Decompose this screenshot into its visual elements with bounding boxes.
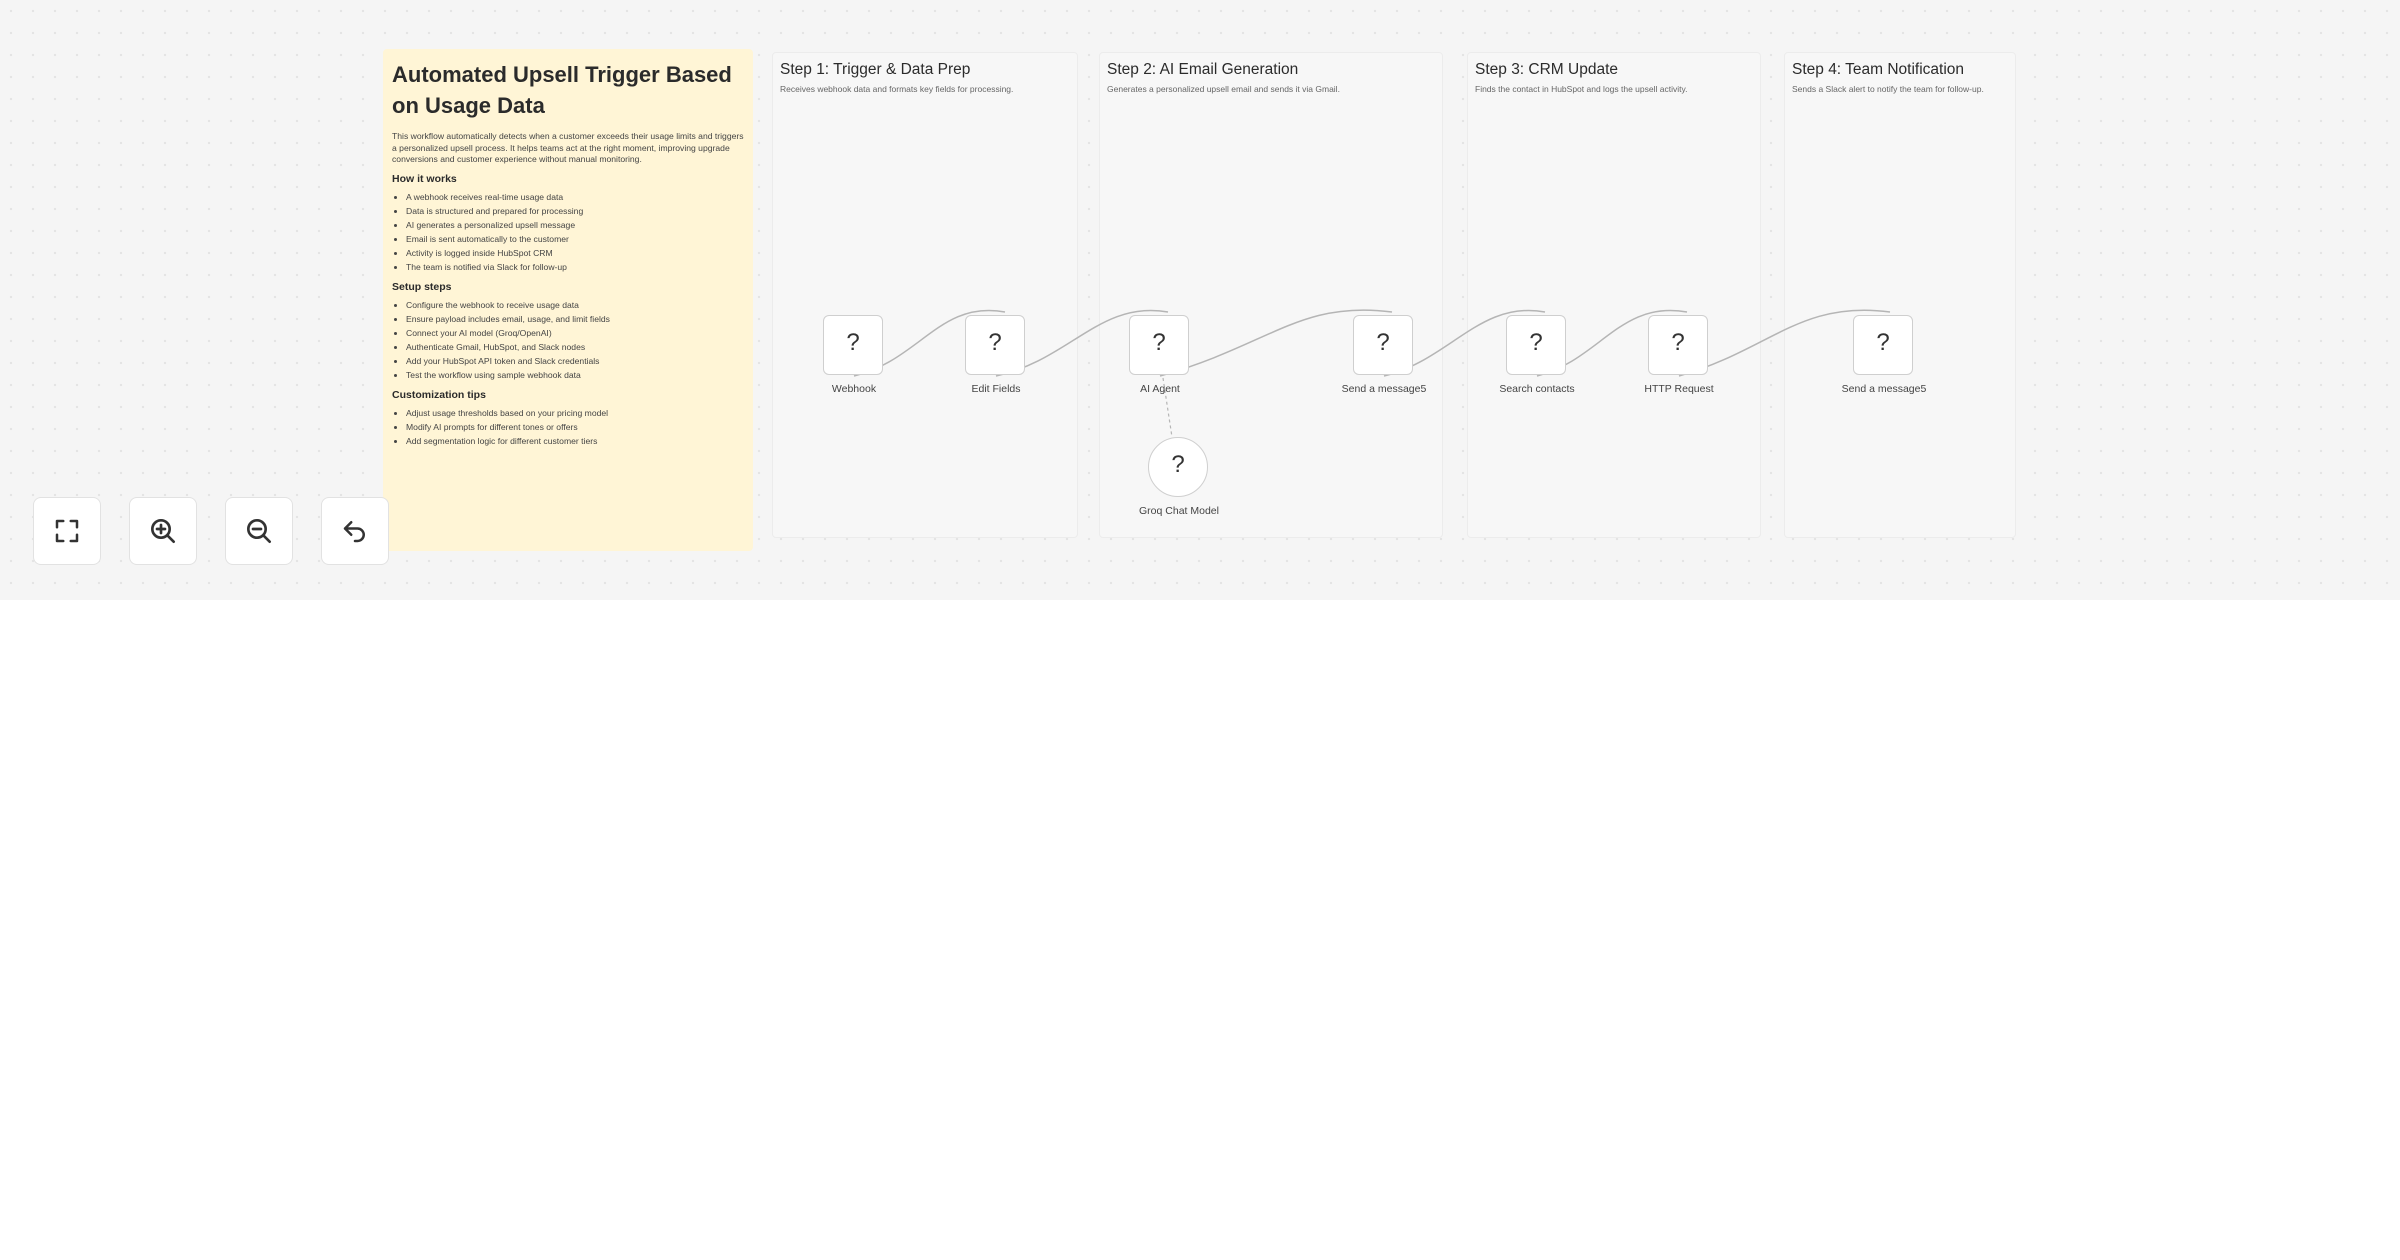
node-send-message-gmail[interactable]: ? Send a message5: [1342, 315, 1426, 395]
unknown-node-icon: ?: [1171, 451, 1185, 478]
fit-view-button[interactable]: [33, 497, 101, 565]
node-label: Groq Chat Model: [1139, 505, 1219, 517]
unknown-node-icon: ?: [1152, 329, 1166, 356]
undo-button[interactable]: [321, 497, 389, 565]
node-http-request[interactable]: ? HTTP Request: [1644, 315, 1714, 395]
zoom-in-icon: [151, 519, 175, 543]
undo-icon: [343, 521, 365, 543]
unknown-node-icon: ?: [1876, 329, 1890, 356]
zoom-in-button[interactable]: [129, 497, 197, 565]
unknown-node-icon: ?: [988, 329, 1002, 356]
unknown-node-icon: ?: [1376, 329, 1390, 356]
node-edit-fields[interactable]: ? Edit Fields: [965, 315, 1025, 395]
node-groq-chat-model[interactable]: ? Groq Chat Model: [1139, 437, 1219, 517]
node-label: AI Agent: [1140, 383, 1180, 395]
workflow-canvas[interactable]: Automated Upsell Trigger Based on Usage …: [0, 0, 2400, 600]
fit-view-icon: [55, 519, 79, 543]
zoom-out-icon: [247, 519, 271, 543]
unknown-node-icon: ?: [1671, 329, 1685, 356]
node-webhook[interactable]: ? Webhook: [823, 315, 883, 395]
node-search-contacts[interactable]: ? Search contacts: [1499, 315, 1575, 395]
unknown-node-icon: ?: [846, 329, 860, 356]
node-ai-agent[interactable]: ? AI Agent: [1129, 315, 1189, 395]
zoom-out-button[interactable]: [225, 497, 293, 565]
node-label: Send a message5: [1841, 383, 1927, 395]
node-label: HTTP Request: [1644, 383, 1714, 395]
node-send-message-slack[interactable]: ? Send a message5: [1842, 315, 1926, 395]
unknown-node-icon: ?: [1529, 329, 1543, 356]
